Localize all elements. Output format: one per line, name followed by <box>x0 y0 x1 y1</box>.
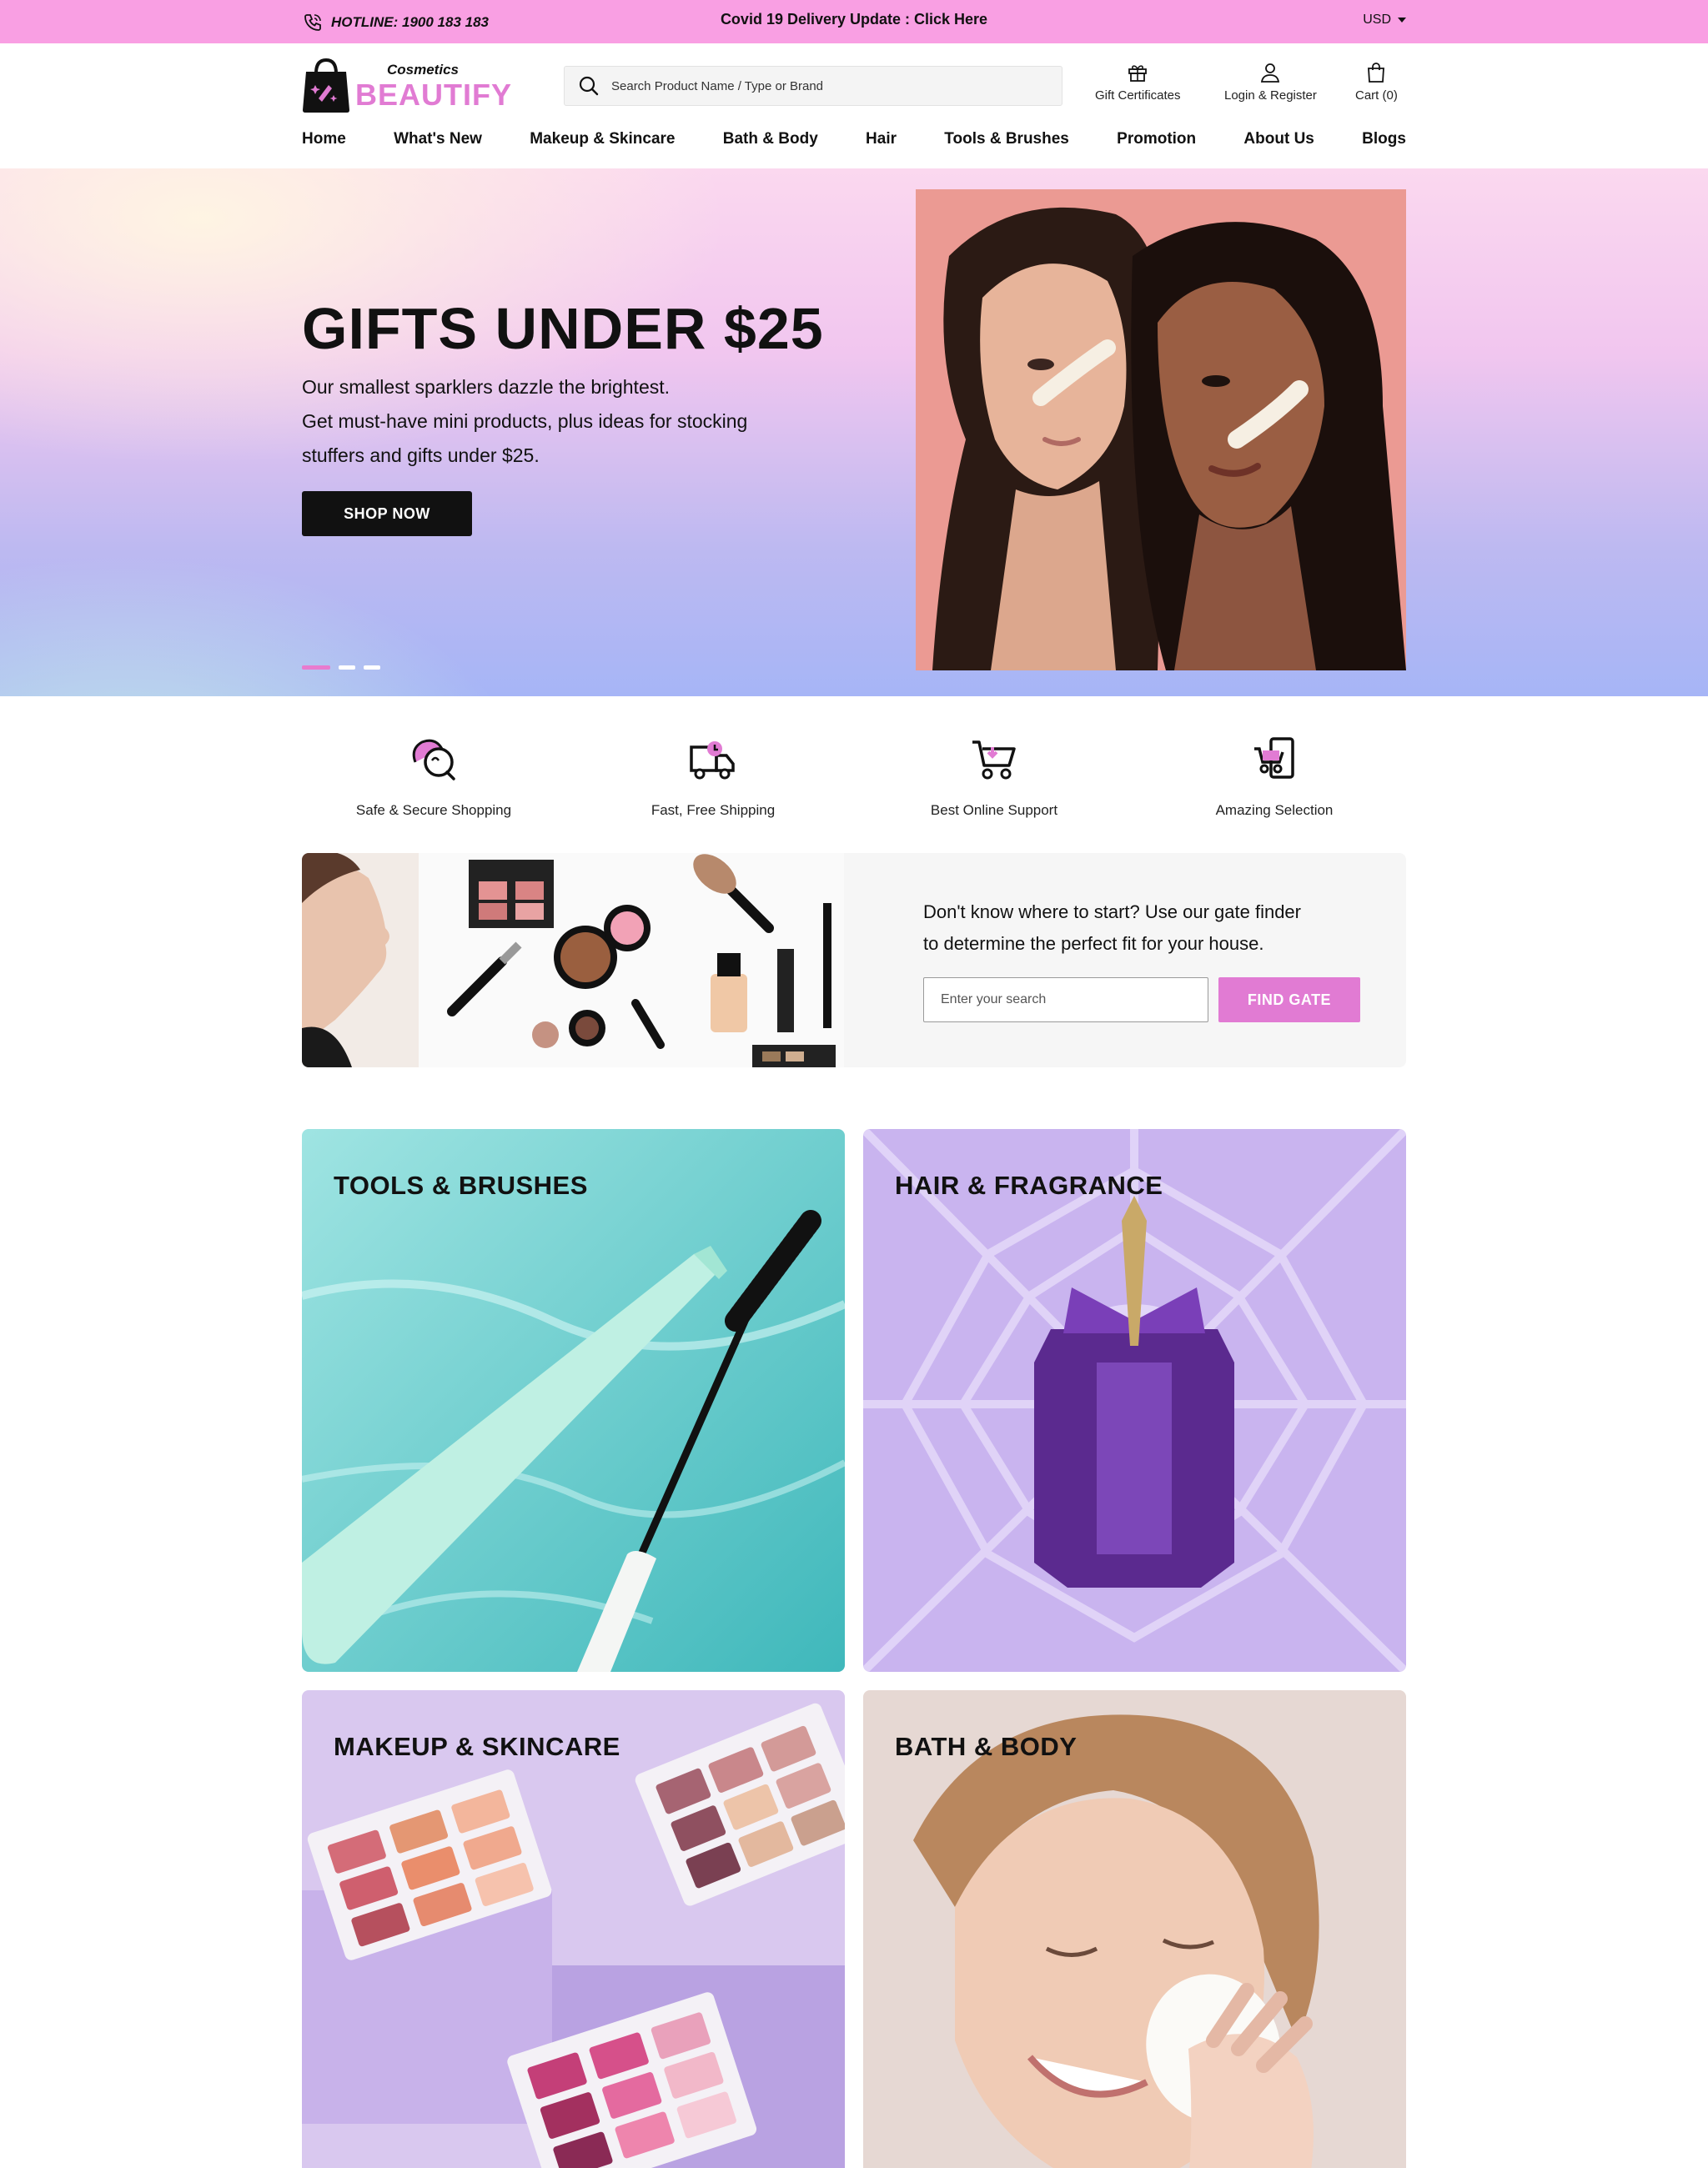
nav-bath-body[interactable]: Bath & Body <box>723 130 818 155</box>
nav-promotion[interactable]: Promotion <box>1117 130 1196 155</box>
hero-title: GIFTS UNDER $25 <box>302 296 824 361</box>
mobile-cart-icon <box>1254 737 1294 779</box>
category-card-makeup-skincare[interactable]: MAKEUP & SKINCARE <box>302 1690 845 2168</box>
nav-home[interactable]: Home <box>302 130 346 155</box>
nav-about-us[interactable]: About Us <box>1243 130 1314 155</box>
hero-banner: GIFTS UNDER $25 Our smallest sparklers d… <box>0 168 1708 696</box>
nav-tools-brushes[interactable]: Tools & Brushes <box>944 130 1069 155</box>
finder-line: Don't know where to start? Use our gate … <box>923 901 1301 922</box>
slider-dot-2[interactable] <box>339 665 355 670</box>
shop-now-button[interactable]: SHOP NOW <box>302 491 472 536</box>
slider-dot-1[interactable] <box>302 665 330 670</box>
search-icon[interactable] <box>578 75 600 97</box>
nav-makeup-skincare[interactable]: Makeup & Skincare <box>530 130 675 155</box>
gift-icon <box>1128 65 1148 82</box>
gift-certificates-label: Gift Certificates <box>1095 88 1181 103</box>
nav-blogs[interactable]: Blogs <box>1362 130 1406 155</box>
chevron-down-icon <box>1398 18 1406 23</box>
category-card-tools-brushes[interactable]: TOOLS & BRUSHES <box>302 1129 845 1672</box>
category-card-hair-fragrance[interactable]: HAIR & FRAGRANCE <box>863 1129 1406 1672</box>
main-nav: Home What's New Makeup & Skincare Bath &… <box>302 130 1406 155</box>
finder-description: Don't know where to start? Use our gate … <box>923 896 1357 960</box>
delivery-truck-icon <box>690 741 735 780</box>
feature-free-shipping: Fast, Free Shipping <box>588 734 838 819</box>
gift-certificates-link[interactable]: Gift Certificates <box>1095 62 1181 103</box>
hero-line: Our smallest sparklers dazzle the bright… <box>302 376 671 398</box>
feature-amazing-selection: Amazing Selection <box>1149 734 1399 819</box>
top-bar: HOTLINE: 1900 183 183 Covid 19 Delivery … <box>0 0 1708 43</box>
hero-line: Get must-have mini products, plus ideas … <box>302 410 748 432</box>
category-card-bath-body[interactable]: BATH & BODY <box>863 1690 1406 2168</box>
mascara-water-image <box>302 1129 845 1672</box>
finder-line: to determine the perfect fit for your ho… <box>923 933 1264 954</box>
cosmetics-flatlay-image <box>302 853 844 1067</box>
feature-safe-shopping: Safe & Secure Shopping <box>309 734 559 819</box>
feature-label: Amazing Selection <box>1215 802 1334 818</box>
category-title: HAIR & FRAGRANCE <box>895 1171 1163 1200</box>
gate-finder-panel: Don't know where to start? Use our gate … <box>302 853 1406 1067</box>
hero-description: Our smallest sparklers dazzle the bright… <box>302 370 819 473</box>
covid-announcement-link[interactable]: Covid 19 Delivery Update : Click Here <box>0 11 1708 28</box>
nav-hair[interactable]: Hair <box>866 130 897 155</box>
logo-title: BEAUTIFY <box>355 78 512 112</box>
bag-icon <box>1368 63 1385 83</box>
currency-selector[interactable]: USD <box>1363 13 1406 28</box>
cart-link[interactable]: Cart (0) <box>1355 62 1398 103</box>
finder-search-input[interactable] <box>923 977 1208 1022</box>
search-input[interactable] <box>611 78 1045 93</box>
slider-dots <box>302 665 380 670</box>
hero-models-photo <box>916 189 1406 670</box>
login-register-link[interactable]: Login & Register <box>1224 62 1317 103</box>
feature-label: Best Online Support <box>930 802 1058 818</box>
logo-subtitle: Cosmetics <box>387 62 459 78</box>
perfume-bottle-image <box>863 1129 1406 1672</box>
hero-line: stuffers and gifts under $25. <box>302 444 540 466</box>
cart-icon <box>972 740 1016 780</box>
user-icon <box>1261 63 1280 83</box>
search-bar[interactable] <box>564 66 1062 106</box>
feature-online-support: Best Online Support <box>869 734 1119 819</box>
shopping-bag-logo-icon <box>303 58 349 113</box>
slider-dot-3[interactable] <box>364 665 380 670</box>
find-gate-button[interactable]: FIND GATE <box>1218 977 1360 1022</box>
logo[interactable]: Cosmetics BEAUTIFY <box>302 55 511 115</box>
category-title: TOOLS & BRUSHES <box>334 1171 588 1200</box>
category-title: BATH & BODY <box>895 1732 1078 1761</box>
category-title: MAKEUP & SKINCARE <box>334 1732 620 1761</box>
feature-label: Safe & Secure Shopping <box>355 802 512 818</box>
chat-bubbles-icon <box>412 739 455 780</box>
cart-label: Cart (0) <box>1355 88 1398 103</box>
login-register-label: Login & Register <box>1224 88 1317 103</box>
nav-whats-new[interactable]: What's New <box>394 130 482 155</box>
currency-label: USD <box>1363 13 1391 27</box>
feature-label: Fast, Free Shipping <box>651 802 776 818</box>
